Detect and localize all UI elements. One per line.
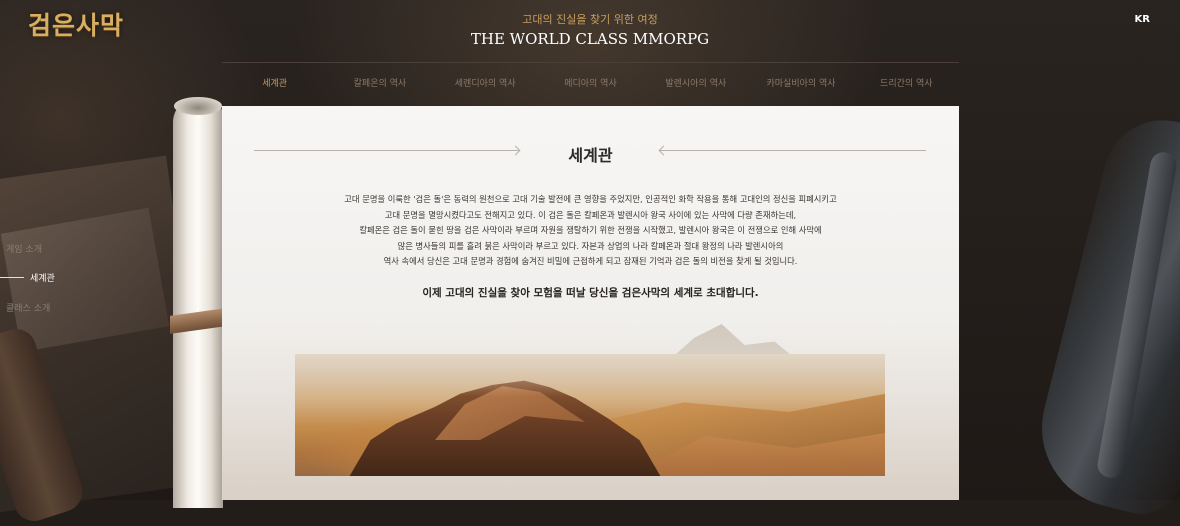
scroll-roll — [173, 98, 223, 508]
header-tagline: 고대의 진실을 찾기 위한 여정 — [522, 13, 658, 26]
content-panel: 세계관 고대 문명을 이룩한 '검은 돌'은 동력의 원천으로 고대 기술 발전… — [222, 106, 959, 500]
section-title: 세계관 — [568, 146, 613, 165]
sidebar-active-indicator — [0, 277, 24, 278]
tab-serendia-history[interactable]: 세렌디아의 역사 — [433, 63, 538, 107]
description-line: 많은 병사들의 피를 흘려 붉은 사막이라 부르고 있다. 자본과 상업의 나라… — [397, 240, 784, 251]
tab-mediah-history[interactable]: 메디아의 역사 — [538, 63, 643, 107]
history-tabs: 세계관 칼페온의 역사 세렌디아의 역사 메디아의 역사 발렌시아의 역사 카마… — [222, 62, 959, 107]
header-title: THE WORLD CLASS MMORPG — [470, 30, 710, 48]
fog-overlay — [295, 354, 885, 476]
sidebar-item-worldview[interactable]: 세계관 — [30, 271, 55, 284]
tab-drieghan-history[interactable]: 드리간의 역사 — [854, 63, 959, 107]
invitation-text: 이제 고대의 진실을 찾아 모험을 떠날 당신을 검은사막의 세계로 초대합니다… — [422, 287, 759, 299]
description-line: 칼페온은 검은 돌이 묻힌 땅을 검은 사막이라 부르며 자원을 쟁탈하기 위한… — [359, 225, 822, 235]
worldview-description: 고대 문명을 이룩한 '검은 돌'은 동력의 원천으로 고대 기술 발전에 큰 … — [282, 192, 899, 270]
language-selector[interactable]: KR — [1135, 14, 1150, 25]
tab-valencia-history[interactable]: 발렌시아의 역사 — [643, 63, 748, 107]
desert-landscape-image — [295, 354, 885, 476]
description-line: 고대 문명을 이룩한 '검은 돌'은 동력의 원천으로 고대 기술 발전에 큰 … — [344, 194, 837, 204]
sidebar-item-class-intro[interactable]: 클래스 소개 — [6, 301, 50, 314]
tab-worldview[interactable]: 세계관 — [222, 63, 327, 107]
description-line: 역사 속에서 당신은 고대 문명과 경험에 숨겨진 비밀에 근접하게 되고 잠재… — [383, 256, 798, 266]
scroll-roll-top — [174, 97, 222, 115]
description-line: 고대 문명을 멸망시켰다고도 전해지고 있다. 이 검은 돌은 칼페온과 발렌시… — [384, 209, 797, 220]
tab-calpheon-history[interactable]: 칼페온의 역사 — [327, 63, 432, 107]
tab-kamasylvia-history[interactable]: 카마실비아의 역사 — [748, 63, 853, 107]
sidebar-item-game-intro[interactable]: 게임 소개 — [6, 242, 42, 255]
